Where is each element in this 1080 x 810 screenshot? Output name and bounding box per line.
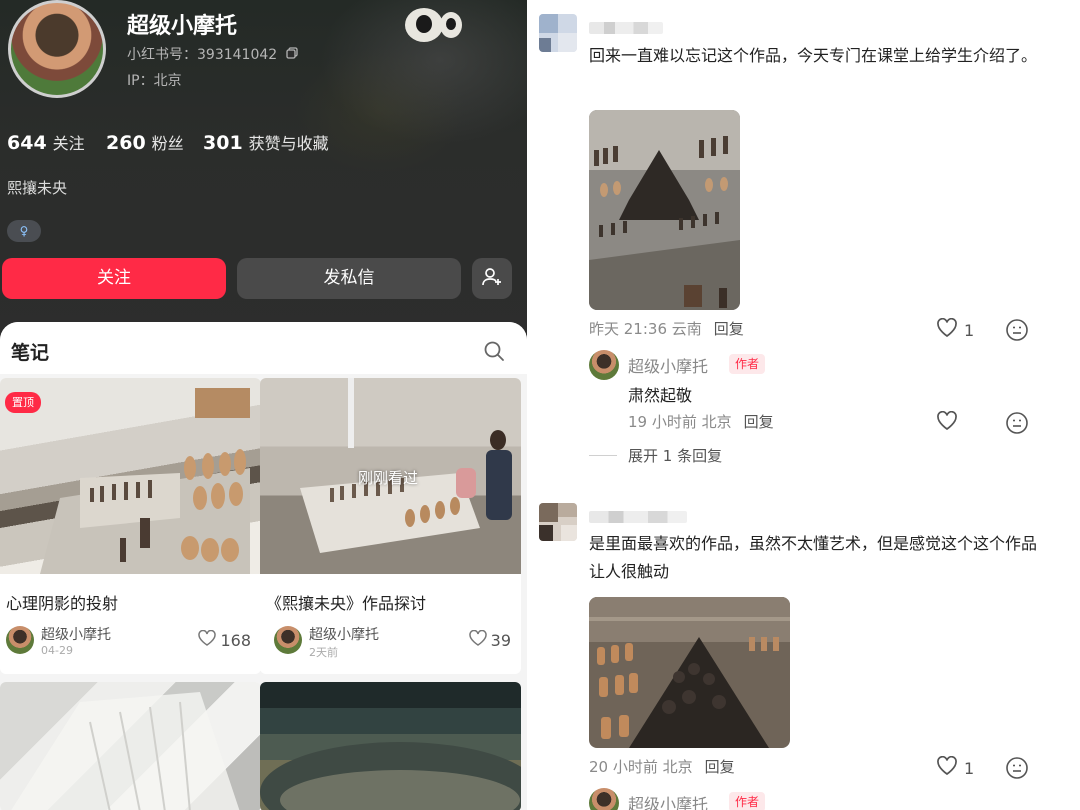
note-card[interactable]: 刚刚看过 《熙攘未央》作品探讨 超级小摩托 2天前 39 (260, 378, 521, 674)
notes-panel: 笔记 置顶 心理阴影的投射 超级小摩托 04-29 168 刚刚看过 《熙攘未央… (0, 322, 527, 810)
followers-stat[interactable]: 260 粉丝 (106, 130, 184, 154)
commenter-avatar[interactable] (539, 14, 577, 52)
followers-label: 粉丝 (151, 134, 184, 153)
like-button[interactable] (936, 410, 958, 435)
message-button[interactable]: 发私信 (237, 258, 461, 299)
heart-icon (468, 629, 487, 650)
add-user-icon (481, 266, 503, 292)
followers-count: 260 (106, 132, 146, 154)
comment-image[interactable] (589, 597, 790, 748)
female-symbol-icon: ♀ (19, 224, 29, 238)
note-date: 04-29 (41, 644, 73, 657)
add-friend-button[interactable] (472, 258, 512, 299)
note-cover-image: 刚刚看过 (260, 378, 521, 574)
comment-time: 昨天 21:36 云南 (589, 320, 702, 338)
commenter-name[interactable] (589, 511, 687, 523)
profile-id-text: 小红书号：393141042 (127, 47, 278, 63)
profile-ip: IP：北京 (127, 73, 182, 89)
note-cover-image (0, 682, 261, 810)
following-count: 644 (7, 132, 47, 154)
gender-tag: ♀ (7, 220, 41, 242)
profile-avatar[interactable] (8, 0, 106, 98)
note-author[interactable]: 超级小摩托 (309, 624, 379, 644)
note-title: 心理阴影的投射 (6, 594, 119, 613)
emoji-react-icon[interactable] (1005, 318, 1029, 342)
note-card[interactable] (260, 682, 521, 810)
decorative-figure-pupil (446, 18, 456, 30)
note-card[interactable]: 置顶 心理阴影的投射 超级小摩托 04-29 168 (0, 378, 261, 674)
likes-label: 获赞与收藏 (248, 134, 329, 153)
note-cover-image: 置顶 (0, 378, 261, 574)
comments-panel: 回来一直难以忘记这个作品，今天专门在课堂上给学生介绍了。 昨天 21:36 云南… (527, 0, 1080, 810)
following-stat[interactable]: 644 关注 (7, 130, 85, 154)
comment-time: 20 小时前 北京 (589, 758, 693, 776)
like-count: 1 (964, 758, 975, 778)
expand-replies-button[interactable]: 展开 1 条回复 (628, 445, 722, 466)
notes-tab[interactable]: 笔记 (11, 338, 49, 365)
following-label: 关注 (52, 134, 85, 153)
comment-text: 是里面最喜欢的作品，虽然不太懂艺术，但是感觉这个这个作品让人很触动 (589, 534, 1038, 581)
reply-button[interactable]: 回复 (705, 758, 735, 776)
like-count: 168 (220, 630, 251, 650)
reply-author-avatar[interactable] (589, 350, 619, 380)
decorative-figure-pupil (416, 15, 432, 33)
note-title: 《熙攘未央》作品探讨 (266, 594, 427, 613)
author-avatar[interactable] (274, 626, 302, 654)
follow-button[interactable]: 关注 (2, 258, 226, 299)
heart-icon (936, 410, 958, 435)
comment-meta: 20 小时前 北京 回复 (589, 756, 735, 777)
commenter-avatar[interactable] (539, 503, 577, 541)
profile-id[interactable]: 小红书号：393141042 (127, 44, 298, 64)
emoji-react-icon[interactable] (1005, 756, 1029, 780)
like-button[interactable]: 1 (936, 317, 975, 342)
like-button[interactable]: 168 (198, 629, 251, 650)
comment-meta: 昨天 21:36 云南 回复 (589, 318, 744, 339)
profile-name: 超级小摩托 (127, 14, 238, 39)
note-date: 2天前 (309, 646, 338, 659)
reply-text: 肃然起敬 (628, 386, 693, 405)
note-card[interactable] (0, 682, 261, 810)
author-badge: 作者 (729, 354, 766, 374)
profile-panel: 超级小摩托 小红书号：393141042 IP：北京 644 关注 260 粉丝 3… (0, 0, 527, 810)
like-count: 1 (964, 320, 975, 340)
commenter-name[interactable] (589, 22, 663, 34)
notes-header: 笔记 (0, 322, 527, 374)
expand-divider (589, 455, 617, 456)
heart-icon (198, 629, 217, 650)
author-avatar[interactable] (6, 626, 34, 654)
reply-author-name[interactable]: 超级小摩托 (628, 791, 708, 810)
note-author[interactable]: 超级小摩托 (41, 624, 111, 644)
heart-icon (936, 317, 958, 342)
heart-icon (936, 755, 958, 780)
like-count: 39 (490, 630, 511, 650)
reply-button[interactable]: 回复 (744, 413, 774, 431)
likes-stat[interactable]: 301 获赞与收藏 (203, 130, 329, 154)
reply-button[interactable]: 回复 (714, 320, 744, 338)
pinned-badge: 置顶 (5, 392, 41, 413)
author-badge: 作者 (729, 792, 766, 810)
emoji-react-icon[interactable] (1005, 411, 1029, 435)
search-icon[interactable] (482, 339, 506, 363)
profile-bio: 熙攘未央 (7, 179, 68, 197)
reply-time: 19 小时前 北京 (628, 413, 732, 431)
likes-count: 301 (203, 132, 243, 154)
recently-viewed-label: 刚刚看过 (358, 469, 419, 487)
comment-image[interactable] (589, 110, 740, 310)
reply-author-avatar[interactable] (589, 788, 619, 810)
reply-author-name[interactable]: 超级小摩托 (628, 353, 708, 377)
copy-icon[interactable] (285, 47, 298, 63)
like-button[interactable]: 39 (468, 629, 511, 650)
reply-meta: 19 小时前 北京 回复 (628, 411, 774, 432)
note-cover-image (260, 682, 521, 810)
like-button[interactable]: 1 (936, 755, 975, 780)
comment-text: 回来一直难以忘记这个作品，今天专门在课堂上给学生介绍了。 (589, 46, 1038, 65)
